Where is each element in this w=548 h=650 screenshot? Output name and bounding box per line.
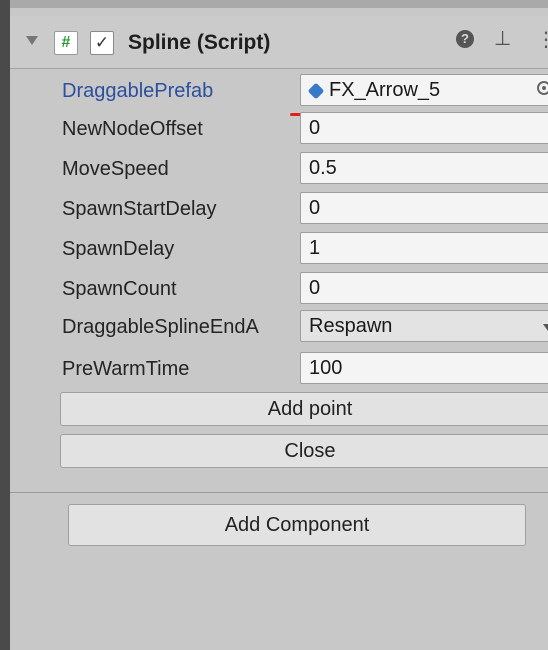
add-component-button[interactable]: Add Component <box>68 504 526 546</box>
enable-checkbox[interactable]: ✓ <box>90 31 114 55</box>
property-row-new-node-offset: NewNodeOffset 0 <box>10 110 548 148</box>
property-row-spawn-count: SpawnCount 0 <box>10 270 548 308</box>
help-icon[interactable]: ? <box>456 30 474 48</box>
dropdown-draggable-spline-end[interactable]: Respawn <box>300 310 548 342</box>
object-picker-icon[interactable] <box>537 81 548 95</box>
property-label: SpawnDelay <box>62 238 175 260</box>
component-divider <box>10 492 548 493</box>
property-row-move-speed: MoveSpeed 0.5 <box>10 150 548 188</box>
presets-icon[interactable]: ⊥ <box>494 27 511 51</box>
window-edge <box>0 0 10 650</box>
object-field-draggable-prefab[interactable]: FX_Arrow_5 <box>300 74 548 106</box>
property-row-spawn-delay: SpawnDelay 1 <box>10 230 548 268</box>
input-spawn-delay[interactable]: 1 <box>300 232 548 264</box>
script-icon: # <box>54 31 78 55</box>
prefab-icon <box>307 82 325 100</box>
property-row-draggable-prefab: DraggablePrefab FX_Arrow_5 <box>10 72 548 110</box>
input-spawn-start-delay[interactable]: 0 <box>300 192 548 224</box>
input-new-node-offset[interactable]: 0 <box>300 112 548 144</box>
dropdown-value: Respawn <box>309 315 393 337</box>
object-field-value: FX_Arrow_5 <box>329 79 441 101</box>
component-header[interactable]: # ✓ Spline (Script) ? ⊥ ⋮ <box>10 16 548 69</box>
input-prewarm-time[interactable]: 100 <box>300 352 548 384</box>
property-label: MoveSpeed <box>62 158 169 180</box>
property-label: DraggableSplineEndA <box>62 316 259 338</box>
close-button[interactable]: Close <box>60 434 548 468</box>
add-point-button[interactable]: Add point <box>60 392 548 426</box>
dropdown-arrow-icon <box>543 324 548 331</box>
input-spawn-count[interactable]: 0 <box>300 272 548 304</box>
property-row-spawn-start-delay: SpawnStartDelay 0 <box>10 190 548 228</box>
property-row-prewarm-time: PreWarmTime 100 <box>10 350 548 388</box>
top-edge <box>10 0 548 8</box>
property-label: SpawnCount <box>62 278 177 300</box>
input-move-speed[interactable]: 0.5 <box>300 152 548 184</box>
property-label: NewNodeOffset <box>62 118 203 140</box>
foldout-arrow-icon[interactable] <box>26 36 38 45</box>
property-row-draggable-spline-end: DraggableSplineEndA Respawn <box>10 308 548 346</box>
property-label: DraggablePrefab <box>62 80 214 102</box>
inspector-panel: # ✓ Spline (Script) ? ⊥ ⋮ DraggablePrefa… <box>10 8 548 650</box>
property-label: SpawnStartDelay <box>62 198 217 220</box>
kebab-menu-icon[interactable]: ⋮ <box>536 28 548 52</box>
component-title: Spline (Script) <box>128 31 271 54</box>
property-label: PreWarmTime <box>62 358 190 380</box>
